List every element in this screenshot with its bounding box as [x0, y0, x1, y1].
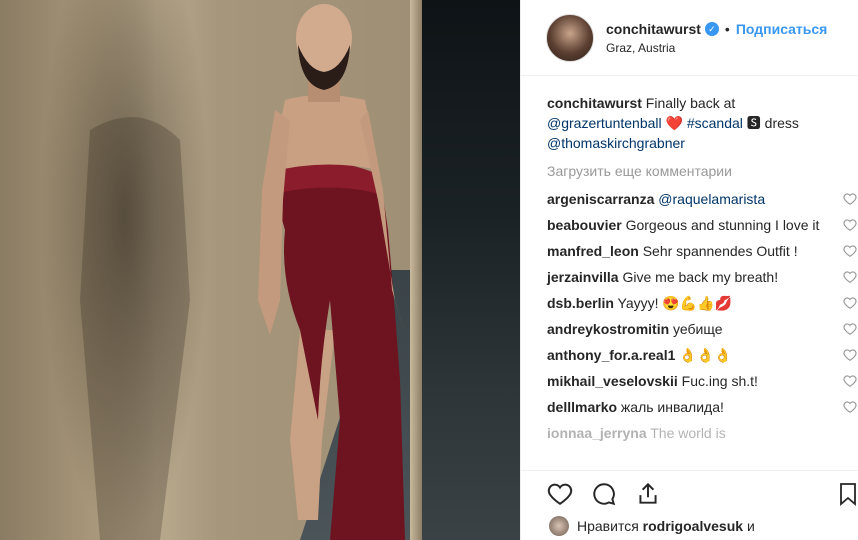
comment-text: Sehr spannendes Outfit ! — [642, 243, 798, 259]
caption-mention[interactable]: @grazertuntenball — [547, 115, 662, 131]
heart-icon[interactable] — [843, 192, 857, 206]
comment-username[interactable]: delllmarko — [547, 399, 617, 415]
avatar[interactable] — [546, 13, 594, 62]
comment-text: The world is — [650, 425, 726, 441]
comment-item: andreykostromitin уебище — [547, 319, 857, 339]
liker-avatar[interactable] — [549, 516, 569, 536]
comment-item: anthony_for.a.real1 👌👌👌 — [547, 345, 857, 365]
comment-item: ionnaa_jerryna The world is — [547, 423, 837, 443]
post-side-panel: conchitawurst ✓ • Подписаться Graz, Aust… — [520, 0, 858, 540]
comment-icon — [593, 482, 616, 505]
caption-username[interactable]: conchitawurst — [547, 95, 642, 111]
comment-text: 👌👌👌 — [679, 347, 732, 363]
comment-username[interactable]: andreykostromitin — [547, 321, 669, 337]
comment-username[interactable]: ionnaa_jerryna — [547, 425, 647, 441]
action-bar — [521, 470, 858, 516]
comment-text: Fuc.ing sh.t! — [681, 373, 758, 389]
location-link[interactable]: Graz, Austria — [606, 41, 827, 55]
comment-username[interactable]: argeniscarranza — [547, 191, 654, 207]
post-caption: conchitawurst Finally back at @grazertun… — [547, 93, 837, 153]
heart-emoji: ❤️ — [665, 115, 683, 131]
save-button[interactable] — [833, 479, 858, 509]
liker-username[interactable]: rodrigoalvesuk — [643, 518, 743, 534]
heart-icon[interactable] — [843, 322, 857, 336]
heart-icon[interactable] — [843, 400, 857, 414]
comment-username[interactable]: beabouvier — [547, 217, 622, 233]
bookmark-icon — [840, 483, 856, 506]
post-photo[interactable] — [0, 0, 520, 540]
comment-username[interactable]: dsb.berlin — [547, 295, 614, 311]
follow-button[interactable]: Подписаться — [736, 21, 828, 37]
heart-icon[interactable] — [843, 218, 857, 232]
heart-icon — [547, 483, 573, 505]
author-username[interactable]: conchitawurst — [606, 21, 701, 37]
likes-prefix: Нравится — [577, 518, 639, 534]
comment-text: Gorgeous and stunning I love it — [625, 217, 820, 233]
load-more-comments-button[interactable]: Загрузить еще комментарии — [547, 161, 858, 181]
separator-dot: • — [724, 20, 730, 37]
comment-username[interactable]: manfred_leon — [547, 243, 639, 259]
comment-username[interactable]: anthony_for.a.real1 — [547, 347, 675, 363]
comments-list[interactable]: conchitawurst Finally back at @grazertun… — [521, 77, 858, 467]
header-info: conchitawurst ✓ • Подписаться Graz, Aust… — [606, 21, 827, 55]
comment-text: Give me back my breath! — [622, 269, 779, 285]
comment-button[interactable] — [589, 479, 619, 509]
verified-badge-icon: ✓ — [704, 21, 719, 36]
comment-item: mikhail_veselovskii Fuc.ing sh.t! — [547, 371, 857, 391]
likes-line: Нравится rodrigoalvesuk и — [549, 516, 755, 536]
caption-mention-2[interactable]: @thomaskirchgrabner — [547, 135, 685, 151]
comment-text[interactable]: @raquelamarista — [658, 191, 765, 207]
header-row: conchitawurst ✓ • Подписаться — [606, 21, 827, 37]
heart-icon[interactable] — [843, 244, 857, 258]
comment-item: manfred_leon Sehr spannendes Outfit ! — [547, 241, 857, 261]
post-header: conchitawurst ✓ • Подписаться Graz, Aust… — [521, 0, 858, 76]
caption-text-2: dress — [764, 115, 799, 131]
comment-item: beabouvier Gorgeous and stunning I love … — [547, 215, 857, 235]
comment-text: уебище — [673, 321, 723, 337]
share-button[interactable] — [633, 479, 663, 509]
comment-text: жаль инвалида! — [620, 399, 724, 415]
comment-username[interactable]: mikhail_veselovskii — [547, 373, 678, 389]
likes-suffix: и — [746, 518, 755, 534]
like-button[interactable] — [545, 479, 575, 509]
share-icon — [639, 482, 657, 504]
person-figure — [80, 4, 405, 540]
heart-icon[interactable] — [843, 374, 857, 388]
comment-item: delllmarko жаль инвалида! — [547, 397, 857, 417]
comment-item: jerzainvilla Give me back my breath! — [547, 267, 857, 287]
comment-item: argeniscarranza @raquelamarista — [547, 189, 857, 209]
comment-username[interactable]: jerzainvilla — [547, 269, 619, 285]
comment-item: dsb.berlin Yayyy! 😍💪👍💋 — [547, 293, 857, 313]
caption-hashtag[interactable]: #scandal — [687, 115, 743, 131]
sale-badge-icon: 🆂 — [746, 115, 761, 131]
heart-icon[interactable] — [843, 296, 857, 310]
heart-icon[interactable] — [843, 348, 857, 362]
comment-text: Yayyy! 😍💪👍💋 — [617, 295, 733, 311]
heart-icon[interactable] — [843, 270, 857, 284]
caption-text: Finally back at — [645, 95, 736, 111]
